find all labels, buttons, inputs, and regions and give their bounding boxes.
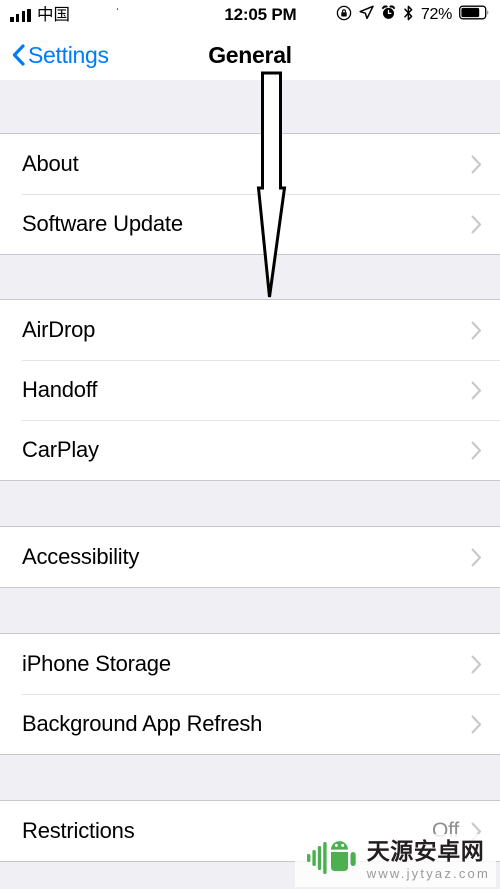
settings-group-storage: iPhone Storage Background App Refresh [0,633,500,755]
carrier-label: 中国 [36,4,70,24]
settings-row-handoff[interactable]: Handoff [0,360,500,420]
navigation-bar: Settings General [0,30,500,80]
settings-row-accessibility[interactable]: Accessibility [0,527,500,587]
settings-group-about: About Software Update [0,133,500,255]
chevron-right-icon [471,321,482,340]
battery-percentage: 72% [420,6,452,23]
bluetooth-icon [403,5,414,26]
chevron-right-icon [471,155,482,174]
settings-row-label: Accessibility [22,544,140,569]
settings-row-about[interactable]: About [0,134,500,194]
section-gap [0,588,500,633]
section-gap [0,481,500,526]
cellular-signal-icon [10,8,31,22]
status-bar-center: 12:05 PM [185,5,336,25]
chevron-right-icon [471,715,482,734]
chevron-right-icon [471,441,482,460]
rotation-lock-icon [336,5,352,26]
settings-row-label: iPhone Storage [22,651,171,676]
settings-list: About Software Update AirDrop Handoff Ca… [0,80,500,889]
iphone-screen: 中国 12:05 PM 72% Settings General About S… [0,0,500,889]
settings-row-carplay[interactable]: CarPlay [0,420,500,480]
settings-row-software-update[interactable]: Software Update [0,194,500,254]
battery-icon [459,5,490,25]
settings-row-label: CarPlay [22,437,99,462]
location-arrow-icon [359,5,374,25]
settings-row-label: About [22,151,79,176]
android-logo-icon [306,838,361,883]
status-bar: 中国 12:05 PM 72% [0,0,500,30]
status-bar-right: 72% [336,5,490,26]
chevron-right-icon [471,215,482,234]
section-gap [0,755,500,800]
site-watermark: 天源安卓网 www.jytyaz.com [294,834,496,887]
settings-row-label: Software Update [22,211,183,236]
settings-group-connectivity: AirDrop Handoff CarPlay [0,299,500,481]
watermark-text: 天源安卓网 www.jytyaz.com [366,839,490,881]
settings-row-label: Handoff [22,377,98,402]
watermark-site-name: 天源安卓网 [366,839,485,865]
alarm-clock-icon [381,5,396,25]
chevron-right-icon [471,381,482,400]
chevron-right-icon [471,548,482,567]
settings-group-accessibility: Accessibility [0,526,500,588]
settings-row-label: AirDrop [22,317,96,342]
settings-row-airdrop[interactable]: AirDrop [0,300,500,360]
status-bar-clock: 12:05 PM [224,5,297,24]
chevron-right-icon [471,655,482,674]
section-gap [0,255,500,299]
status-bar-left: 中国 [10,0,185,25]
settings-row-background-app-refresh[interactable]: Background App Refresh [0,694,500,754]
settings-row-label: Background App Refresh [22,711,263,736]
page-title: General [208,42,292,68]
section-gap [0,80,500,133]
carrier-redaction-blob [73,0,117,19]
watermark-url: www.jytyaz.com [366,866,490,881]
settings-row-iphone-storage[interactable]: iPhone Storage [0,634,500,694]
